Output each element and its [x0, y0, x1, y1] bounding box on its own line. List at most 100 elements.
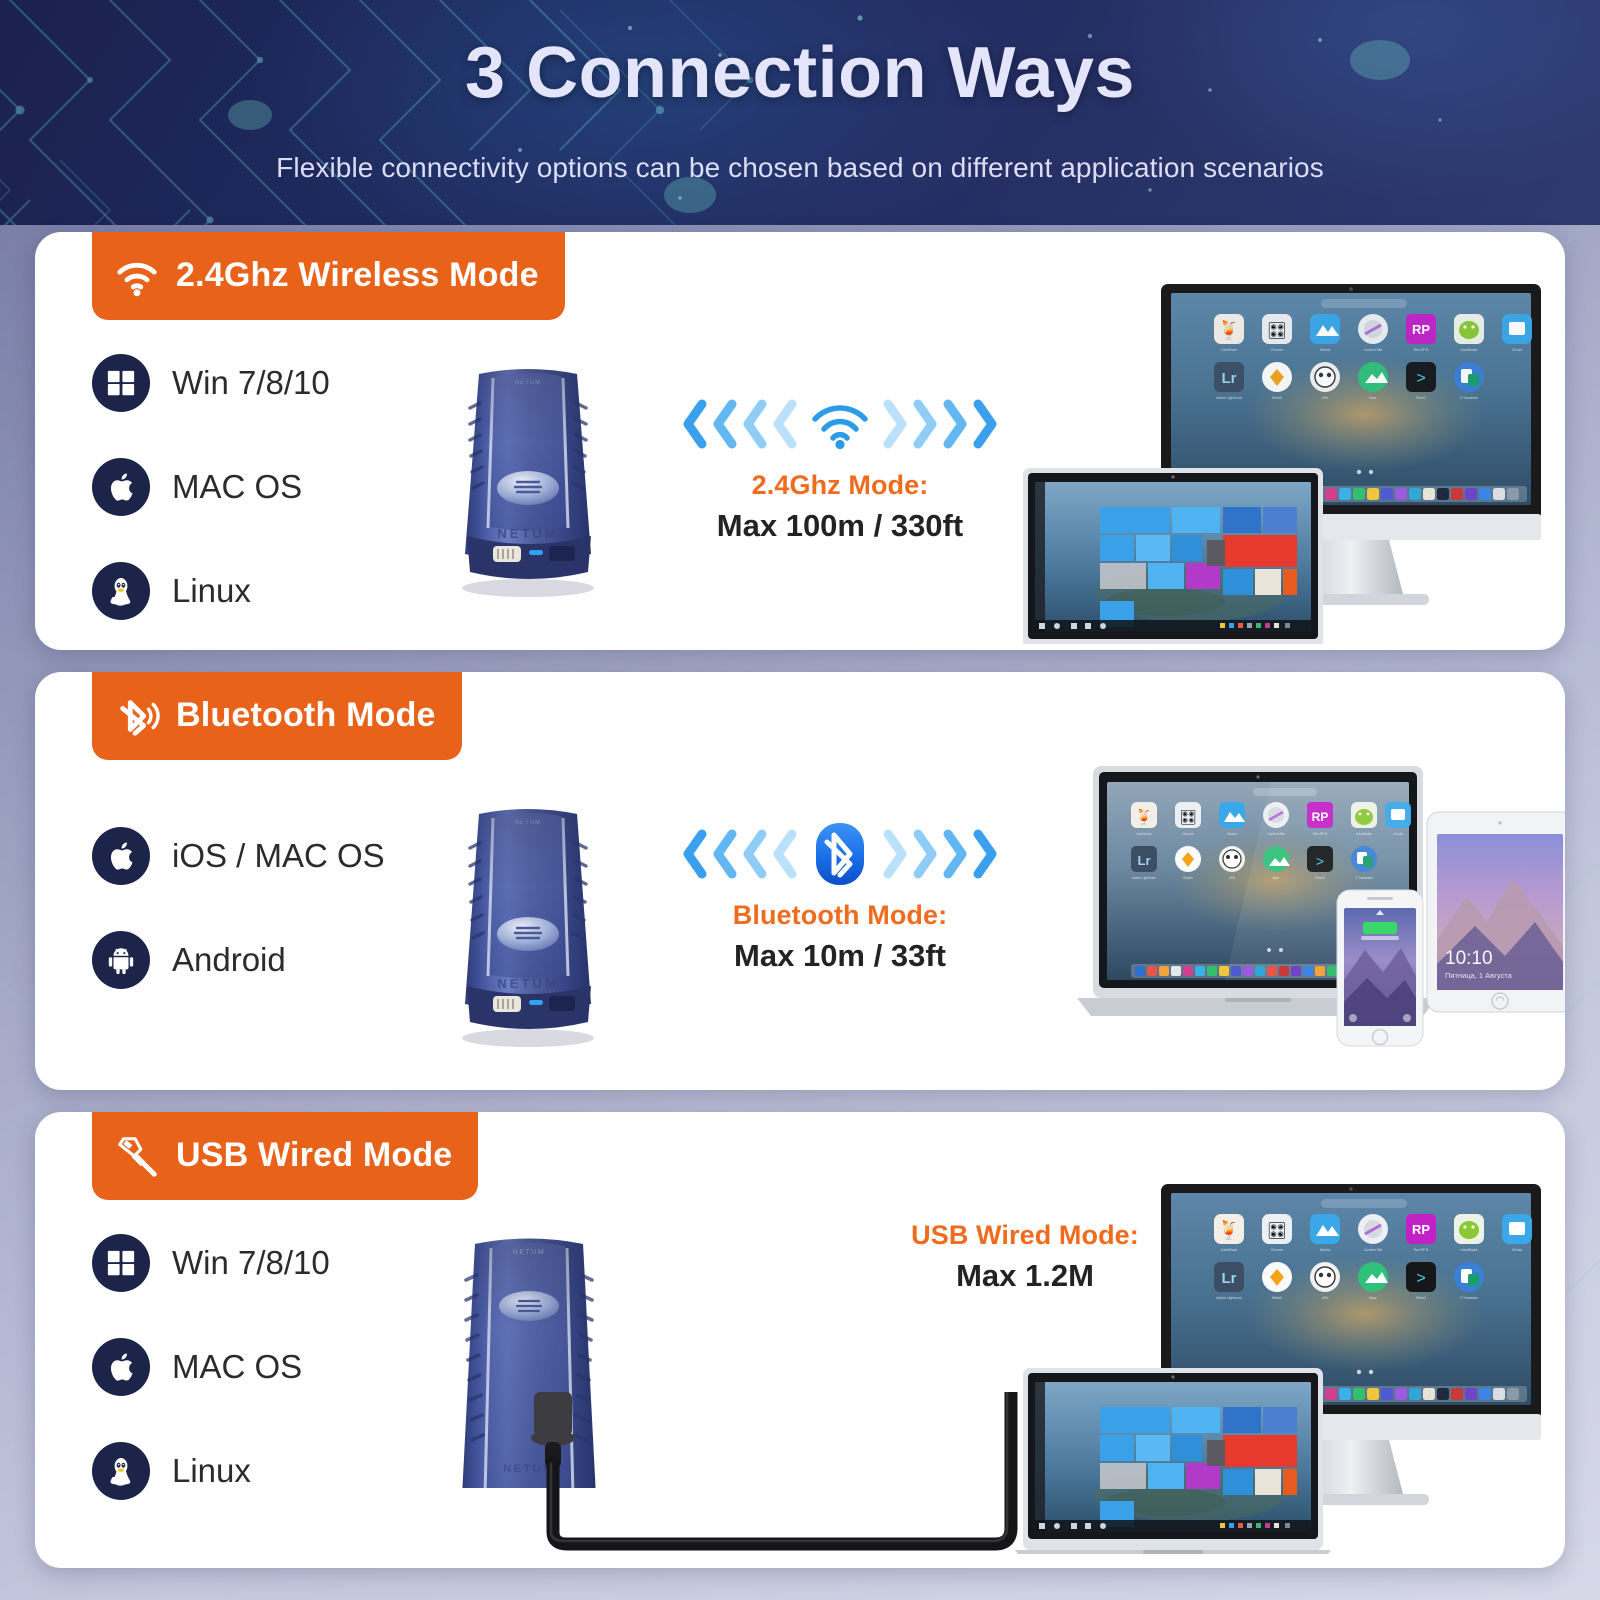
chevron-left-icon — [683, 829, 707, 879]
svg-text:uPic: uPic — [1322, 396, 1329, 400]
svg-text:🍹: 🍹 — [1218, 319, 1240, 340]
barcode-scanner-image: NETUM NETUM — [462, 809, 594, 1047]
svg-text:Movist: Movist — [1320, 1248, 1330, 1252]
os-item: Win 7/8/10 — [92, 1234, 330, 1292]
wifi-signal-icon — [812, 405, 868, 450]
os-support-list-bluetooth: iOS / MAC OS Android — [92, 827, 385, 1035]
svg-text:NETUM: NETUM — [497, 976, 558, 991]
svg-text:RP: RP — [1412, 1222, 1430, 1237]
header-banner: 3 Connection Ways Flexible connectivity … — [0, 0, 1600, 225]
os-item: Linux — [92, 1442, 330, 1500]
apple-icon — [92, 827, 150, 885]
svg-text:X Translator: X Translator — [1460, 396, 1479, 400]
svg-text:Lr: Lr — [1222, 1270, 1237, 1287]
iphone-display — [1336, 889, 1424, 1047]
svg-text:Sketch: Sketch — [1272, 396, 1282, 400]
os-item: MAC OS — [92, 458, 330, 516]
chevron-row — [680, 822, 1000, 886]
chevron-row — [680, 392, 1000, 456]
svg-text:uPic: uPic — [1322, 1296, 1329, 1300]
mode-range: Max 10m / 33ft — [734, 938, 946, 973]
device-cluster-wireless: 🍹 🎛 RP CardShare Chrome Movist Content Sil… — [1023, 284, 1541, 644]
svg-text:Sketch: Sketch — [1272, 1296, 1282, 1300]
chevron-left-icon — [713, 399, 737, 449]
os-item: Linux — [92, 562, 330, 620]
svg-text:Movist: Movist — [1227, 832, 1236, 836]
svg-text:Rec RP B: Rec RP B — [1414, 1248, 1430, 1252]
svg-text:Lr: Lr — [1138, 853, 1151, 868]
svg-text:🎛: 🎛 — [1267, 1222, 1287, 1240]
card-usb-wired-mode: USB Wired Mode Win 7/8/10 MAC OS Linux N… — [35, 1112, 1565, 1568]
chevron-left-icon — [773, 829, 797, 879]
svg-text:iTerm2: iTerm2 — [1416, 396, 1426, 400]
svg-text:Chrome: Chrome — [1271, 1248, 1283, 1252]
device-cluster-bluetooth: 🍹 🎛 RP CardShare Chrome Movist Content Sil… — [1077, 766, 1565, 1047]
os-item: Android — [92, 931, 385, 989]
os-label: Linux — [172, 1452, 251, 1489]
svg-text:HandBrake: HandBrake — [1461, 348, 1478, 352]
apple-icon — [92, 458, 150, 516]
svg-text:RP: RP — [1412, 322, 1430, 337]
chevron-right-icon — [943, 829, 967, 879]
chevron-right-icon — [913, 399, 937, 449]
mode-caption: Bluetooth Mode: — [732, 900, 948, 930]
chevron-right-icon — [883, 829, 907, 879]
macbook-windows-display — [1015, 1368, 1331, 1554]
os-label: MAC OS — [172, 468, 303, 505]
signal-indicator-wireless: 2.4Ghz Mode: Max 100m / 330ft — [680, 392, 1000, 544]
chevron-left-icon — [683, 399, 707, 449]
chevron-left-icon — [743, 829, 767, 879]
os-item: MAC OS — [92, 1338, 330, 1396]
badge-wireless-mode[interactable]: 2.4Ghz Wireless Mode — [92, 232, 565, 320]
mode-caption: 2.4Ghz Mode: — [751, 470, 929, 500]
ipad-time: 10:10 — [1445, 948, 1493, 969]
apple-icon — [92, 1338, 150, 1396]
svg-text:Sketch: Sketch — [1183, 876, 1193, 880]
os-label: iOS / MAC OS — [172, 837, 385, 874]
card-bluetooth-mode: Bluetooth Mode iOS / MAC OS Android NETU… — [35, 672, 1565, 1090]
svg-text:Rec RP B: Rec RP B — [1414, 348, 1430, 352]
chevron-left-icon — [773, 399, 797, 449]
svg-text:🍹: 🍹 — [1135, 807, 1154, 826]
svg-text:NETUM: NETUM — [497, 526, 558, 541]
svg-text:🍹: 🍹 — [1218, 1219, 1240, 1240]
card-wireless-mode: 2.4Ghz Wireless Mode Win 7/8/10 MAC OS L… — [35, 232, 1565, 650]
svg-text:Content Sile: Content Sile — [1364, 348, 1383, 352]
os-label: Android — [172, 941, 286, 978]
svg-text:Adobe Lightroom: Adobe Lightroom — [1132, 876, 1157, 880]
svg-text:uPic: uPic — [1229, 876, 1236, 880]
barcode-scanner-image: NETUM NETUM — [462, 369, 594, 597]
svg-text:>: > — [1416, 1270, 1425, 1287]
android-icon — [92, 931, 150, 989]
chevron-right-icon — [943, 399, 967, 449]
svg-text:🎛: 🎛 — [1179, 809, 1197, 825]
svg-text:>: > — [1416, 370, 1425, 387]
svg-text:Bear: Bear — [1369, 396, 1377, 400]
windows-icon — [92, 354, 150, 412]
ipad-date: Пятница, 1 Августа — [1445, 971, 1513, 980]
svg-text:CardShare: CardShare — [1136, 832, 1152, 836]
svg-text:Adobe Lightroom: Adobe Lightroom — [1216, 396, 1242, 400]
bluetooth-badge-icon — [816, 823, 864, 885]
os-label: Win 7/8/10 — [172, 364, 330, 401]
svg-text:Movist: Movist — [1320, 348, 1330, 352]
page-subtitle: Flexible connectivity options can be cho… — [276, 152, 1324, 183]
svg-text:Adobe Lightroom: Adobe Lightroom — [1216, 1296, 1242, 1300]
chevron-right-icon — [973, 829, 997, 879]
bluetooth-icon — [120, 700, 160, 736]
mode-range: Max 100m / 330ft — [716, 508, 964, 543]
os-support-list-usb: Win 7/8/10 MAC OS Linux — [92, 1234, 330, 1546]
chevron-left-icon — [743, 399, 767, 449]
badge-usb-wired-mode[interactable]: USB Wired Mode — [92, 1112, 479, 1200]
svg-text:XCode: XCode — [1512, 348, 1522, 352]
os-item: Win 7/8/10 — [92, 354, 330, 412]
svg-text:iTerm2: iTerm2 — [1416, 1296, 1426, 1300]
ipad-display: 10:10 Пятница, 1 Августа — [1426, 811, 1565, 1013]
badge-bluetooth-mode[interactable]: Bluetooth Mode — [92, 672, 462, 760]
os-support-list-wireless: Win 7/8/10 MAC OS Linux — [92, 354, 330, 650]
device-cluster-usb: 🍹 🎛 RP CardShare Chrome Movist Content Sil… — [1015, 1184, 1541, 1554]
macbook-windows-display — [1023, 468, 1323, 644]
chevron-right-icon — [913, 829, 937, 879]
windows-icon — [92, 1234, 150, 1292]
svg-text:Chrome: Chrome — [1182, 832, 1194, 836]
